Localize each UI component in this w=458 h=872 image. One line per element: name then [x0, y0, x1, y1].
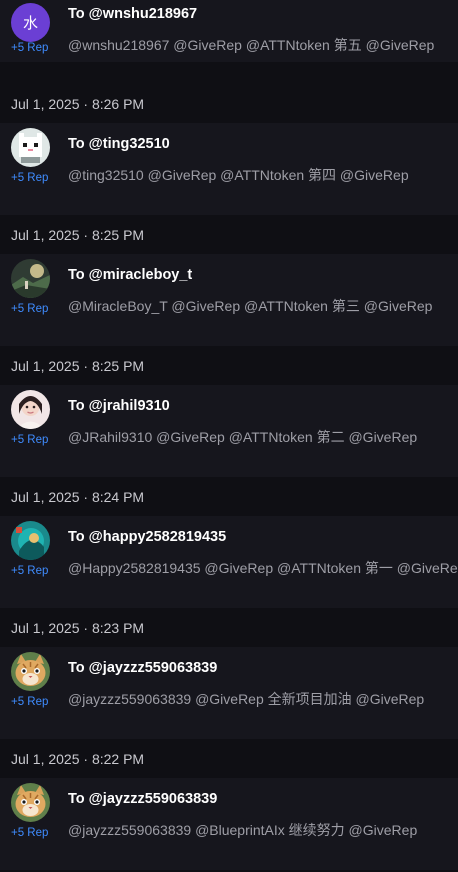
cat-icon: [11, 783, 50, 822]
entry-message: @JRahil9310 @GiveRep @ATTNtoken 第二 @Give…: [68, 429, 418, 445]
feed-entry: Jul 1, 2025 · 8:25 PM +5 Rep To @jrahil9…: [0, 355, 458, 479]
feed-entry: Jul 1, 2025 · 8:24 PM +5 Rep To @happy25…: [0, 486, 458, 610]
user-avatar[interactable]: [11, 652, 50, 691]
rep-activity-feed: 水 +5 Rep To @wnshu218967 @wnshu218967 @G…: [0, 0, 458, 872]
landscape-icon: [11, 259, 50, 298]
entry-message: @jayzzz559063839 @BlueprintAIx 继续努力 @Giv…: [68, 822, 418, 838]
recipient-link[interactable]: To @jayzzz559063839: [68, 791, 217, 807]
entry-timestamp: Jul 1, 2025 · 8:22 PM: [11, 751, 145, 767]
entry-timestamp: Jul 1, 2025 · 8:24 PM: [11, 489, 145, 505]
recipient-link[interactable]: To @miracleboy_t: [68, 267, 192, 283]
feed-entry: Jul 1, 2025 · 8:26 PM +5 Rep To @ting325…: [0, 93, 458, 217]
user-avatar[interactable]: [11, 521, 50, 560]
entry-message: @MiracleBoy_T @GiveRep @ATTNtoken 第三 @Gi…: [68, 298, 433, 314]
rep-badge: +5 Rep: [11, 827, 49, 839]
recipient-link[interactable]: To @ting32510: [68, 136, 170, 152]
entry-message: @jayzzz559063839 @GiveRep 全新项目加油 @GiveRe…: [68, 691, 425, 707]
entry-message: @wnshu218967 @GiveRep @ATTNtoken 第五 @Giv…: [68, 37, 435, 53]
rep-badge: +5 Rep: [11, 565, 49, 577]
feed-entry: Jul 1, 2025 · 8:25 PM +5 Rep To @miracle…: [0, 224, 458, 348]
user-avatar[interactable]: [11, 783, 50, 822]
letter-avatar: 水: [11, 3, 50, 42]
cat-icon: [11, 652, 50, 691]
feed-entry: 水 +5 Rep To @wnshu218967 @wnshu218967 @G…: [0, 0, 458, 94]
feed-entry: Jul 1, 2025 · 8:22 PM +5 Rep To @jayzzz5…: [0, 748, 458, 872]
portrait-icon: [11, 390, 50, 429]
user-avatar[interactable]: [11, 390, 50, 429]
entry-timestamp: Jul 1, 2025 · 8:23 PM: [11, 620, 145, 636]
teal-art-icon: [11, 521, 50, 560]
rep-badge: +5 Rep: [11, 42, 49, 54]
recipient-link[interactable]: To @happy2582819435: [68, 529, 226, 545]
user-avatar[interactable]: [11, 259, 50, 298]
recipient-link[interactable]: To @jayzzz559063839: [68, 660, 217, 676]
entry-message: @ting32510 @GiveRep @ATTNtoken 第四 @GiveR…: [68, 167, 409, 183]
entry-timestamp: Jul 1, 2025 · 8:25 PM: [11, 358, 145, 374]
user-avatar[interactable]: [11, 128, 50, 167]
recipient-link[interactable]: To @wnshu218967: [68, 6, 197, 22]
recipient-link[interactable]: To @jrahil9310: [68, 398, 170, 414]
feed-entry: Jul 1, 2025 · 8:23 PM +5 Rep To @jayzzz5…: [0, 617, 458, 741]
rep-badge: +5 Rep: [11, 696, 49, 708]
rep-badge: +5 Rep: [11, 172, 49, 184]
user-avatar[interactable]: 水: [11, 3, 50, 42]
entry-message: @Happy2582819435 @GiveRep @ATTNtoken 第一 …: [68, 560, 458, 576]
rep-badge: +5 Rep: [11, 303, 49, 315]
entry-timestamp: Jul 1, 2025 · 8:26 PM: [11, 96, 145, 112]
entry-timestamp: Jul 1, 2025 · 8:25 PM: [11, 227, 145, 243]
pixel-cat-icon: [11, 128, 50, 167]
rep-badge: +5 Rep: [11, 434, 49, 446]
